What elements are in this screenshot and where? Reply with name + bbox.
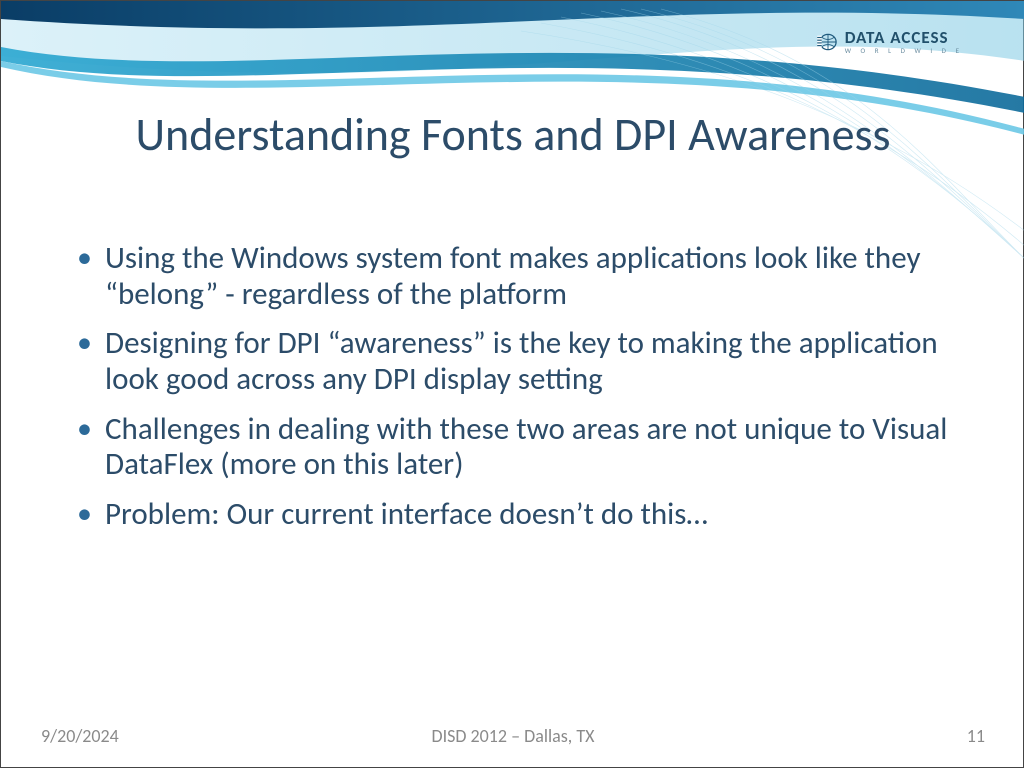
globe-icon bbox=[817, 33, 839, 51]
bullet-item: Challenges in dealing with these two are… bbox=[71, 412, 973, 483]
bullet-item: Using the Windows system font makes appl… bbox=[71, 241, 973, 312]
footer-event: DISD 2012 – Dallas, TX bbox=[1, 725, 1024, 747]
logo-sub-text: W O R L D W I D E bbox=[845, 47, 963, 54]
bullet-item: Problem: Our current interface doesn’t d… bbox=[71, 497, 973, 533]
slide-title: Understanding Fonts and DPI Awareness bbox=[1, 109, 1024, 162]
slide-body: Using the Windows system font makes appl… bbox=[71, 241, 973, 546]
brand-logo: DATA ACCESS W O R L D W I D E bbox=[817, 29, 963, 54]
slide: DATA ACCESS W O R L D W I D E Understand… bbox=[0, 0, 1024, 768]
logo-main-text: DATA ACCESS bbox=[845, 29, 963, 46]
bullet-item: Designing for DPI “awareness” is the key… bbox=[71, 326, 973, 397]
footer-page: 11 bbox=[967, 725, 985, 747]
